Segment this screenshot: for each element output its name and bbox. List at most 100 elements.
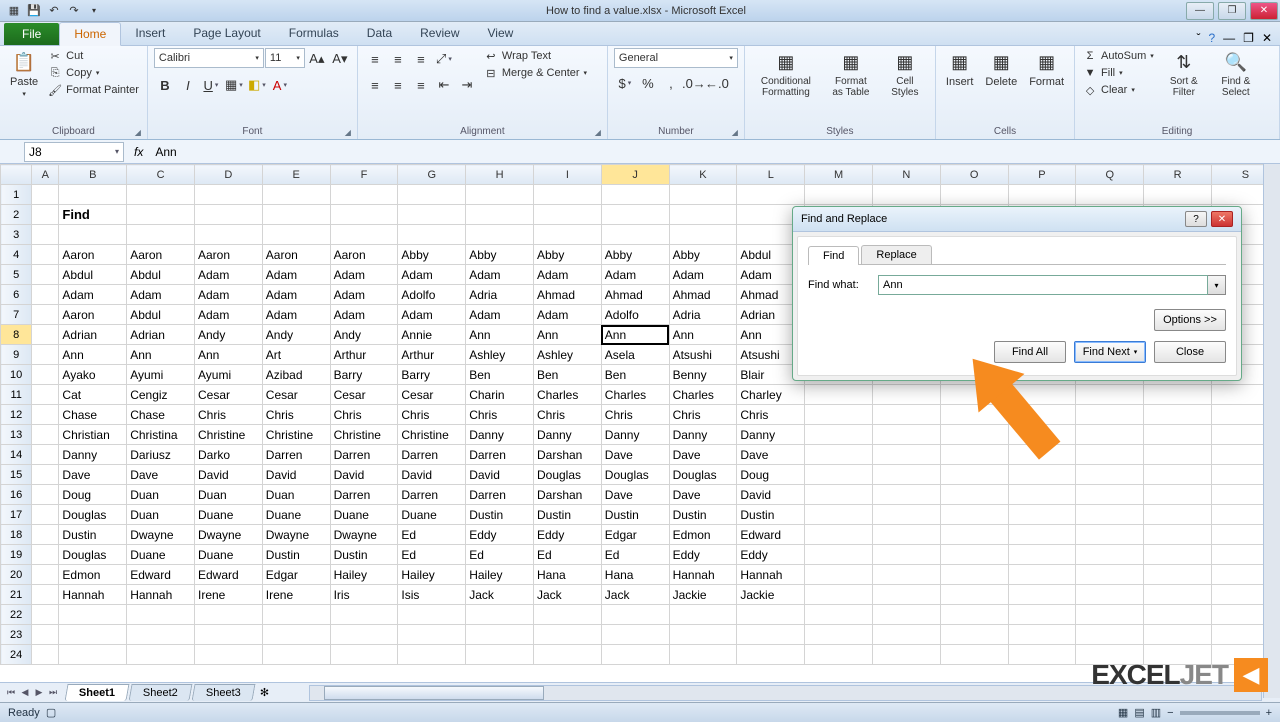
cell[interactable] — [533, 625, 601, 645]
cell[interactable] — [737, 605, 805, 625]
zoom-slider[interactable] — [1180, 711, 1260, 715]
cell[interactable] — [1076, 185, 1144, 205]
cell[interactable] — [533, 185, 601, 205]
cell[interactable] — [940, 545, 1008, 565]
cell[interactable]: Ben — [533, 365, 601, 385]
cell[interactable]: Duane — [127, 545, 195, 565]
cell[interactable] — [872, 645, 940, 665]
zoom-out-icon[interactable]: − — [1167, 707, 1173, 719]
col-header-A[interactable]: A — [32, 165, 59, 185]
cell[interactable] — [32, 625, 59, 645]
cell[interactable]: Ann — [669, 325, 737, 345]
dialog-tab-find[interactable]: Find — [808, 246, 859, 265]
cell[interactable] — [1076, 545, 1144, 565]
file-tab[interactable]: File — [4, 23, 59, 45]
conditional-formatting-button[interactable]: ▦Conditional Formatting — [751, 48, 821, 100]
cell[interactable] — [601, 605, 669, 625]
cell[interactable] — [195, 205, 263, 225]
cell[interactable]: Darko — [195, 445, 263, 465]
cell[interactable] — [872, 405, 940, 425]
cell[interactable] — [262, 625, 330, 645]
row-header-10[interactable]: 10 — [1, 365, 32, 385]
cell[interactable]: Dwayne — [330, 525, 398, 545]
cell[interactable]: Ed — [398, 525, 466, 545]
cell[interactable] — [262, 605, 330, 625]
cell[interactable]: Doug — [59, 485, 127, 505]
cell[interactable]: Adam — [533, 305, 601, 325]
cell[interactable]: Adolfo — [398, 285, 466, 305]
sheet-tab-sheet1[interactable]: Sheet1 — [65, 684, 130, 701]
cell[interactable]: Arthur — [330, 345, 398, 365]
align-right-icon[interactable]: ≡ — [410, 74, 432, 96]
cell[interactable] — [805, 445, 873, 465]
cell[interactable]: Cesar — [398, 385, 466, 405]
row-header-20[interactable]: 20 — [1, 565, 32, 585]
cell[interactable]: Darren — [466, 445, 534, 465]
cell[interactable]: Hannah — [669, 565, 737, 585]
cell[interactable]: Charles — [669, 385, 737, 405]
cell[interactable] — [32, 285, 59, 305]
sheet-nav-last-icon[interactable]: ⏭ — [46, 687, 60, 698]
cell[interactable]: Hannah — [737, 565, 805, 585]
cell[interactable]: Hailey — [398, 565, 466, 585]
clear-button[interactable]: ◇Clear▾ — [1081, 82, 1156, 98]
cell[interactable] — [601, 185, 669, 205]
cell[interactable]: Ahmad — [669, 285, 737, 305]
cell[interactable] — [805, 545, 873, 565]
cell[interactable] — [737, 185, 805, 205]
orientation-icon[interactable]: ⤢ — [433, 48, 455, 70]
fill-button[interactable]: ▼Fill▾ — [1081, 65, 1156, 81]
cell[interactable]: Hana — [533, 565, 601, 585]
cell[interactable] — [398, 205, 466, 225]
col-header-H[interactable]: H — [466, 165, 534, 185]
cell[interactable]: Ashley — [533, 345, 601, 365]
ribbon-tab-view[interactable]: View — [474, 22, 528, 45]
cell[interactable]: Christine — [195, 425, 263, 445]
cell[interactable]: Duan — [195, 485, 263, 505]
row-header-11[interactable]: 11 — [1, 385, 32, 405]
col-header-O[interactable]: O — [940, 165, 1008, 185]
cell[interactable]: Isis — [398, 585, 466, 605]
fill-color-button[interactable]: ◧ — [246, 74, 268, 96]
cell[interactable]: Aaron — [195, 245, 263, 265]
cell[interactable] — [940, 485, 1008, 505]
cell[interactable] — [32, 565, 59, 585]
zoom-in-icon[interactable]: + — [1266, 707, 1272, 719]
cell[interactable]: Edgar — [262, 565, 330, 585]
cell[interactable]: Dustin — [737, 505, 805, 525]
cell[interactable]: Abby — [601, 245, 669, 265]
cell[interactable]: Christine — [398, 425, 466, 445]
cell[interactable]: Dave — [669, 485, 737, 505]
cell[interactable] — [805, 625, 873, 645]
cell[interactable] — [1008, 185, 1076, 205]
vertical-scrollbar[interactable] — [1263, 164, 1280, 698]
window-min-icon[interactable]: — — [1223, 31, 1235, 45]
cell[interactable]: Adam — [466, 305, 534, 325]
cell[interactable]: Douglas — [669, 465, 737, 485]
cell[interactable]: Jack — [533, 585, 601, 605]
cell[interactable] — [262, 185, 330, 205]
cell[interactable]: Eddy — [466, 525, 534, 545]
cell[interactable]: Adam — [195, 265, 263, 285]
cell[interactable] — [940, 565, 1008, 585]
cell[interactable]: Ashley — [466, 345, 534, 365]
view-layout-icon[interactable]: ▤ — [1134, 706, 1144, 719]
cell[interactable]: Art — [262, 345, 330, 365]
cell[interactable] — [32, 225, 59, 245]
cell[interactable] — [1076, 605, 1144, 625]
cell[interactable]: Adam — [195, 305, 263, 325]
cell[interactable]: Adam — [398, 265, 466, 285]
cell[interactable]: Aaron — [59, 305, 127, 325]
cell[interactable]: Arthur — [398, 345, 466, 365]
row-header-15[interactable]: 15 — [1, 465, 32, 485]
col-header-D[interactable]: D — [195, 165, 263, 185]
cell[interactable] — [1144, 565, 1212, 585]
cell[interactable] — [1144, 505, 1212, 525]
cell[interactable] — [601, 225, 669, 245]
cell[interactable] — [872, 185, 940, 205]
cell[interactable]: Edward — [195, 565, 263, 585]
row-header-2[interactable]: 2 — [1, 205, 32, 225]
row-header-12[interactable]: 12 — [1, 405, 32, 425]
cell[interactable] — [32, 645, 59, 665]
cell[interactable]: Doug — [737, 465, 805, 485]
